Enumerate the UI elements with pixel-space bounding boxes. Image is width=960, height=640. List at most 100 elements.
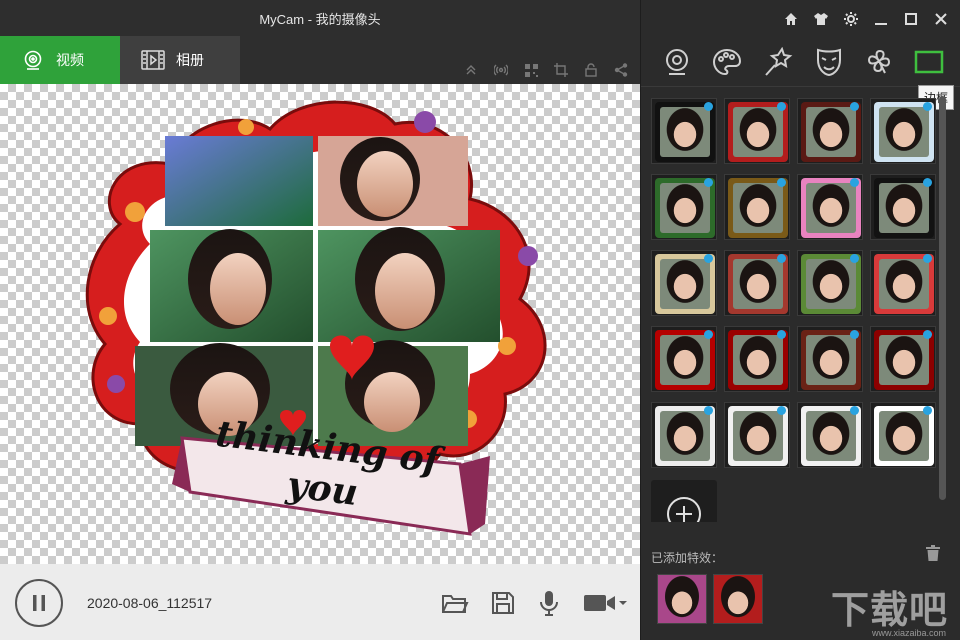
- new-badge: [777, 102, 786, 111]
- frame-sample-photo: [733, 183, 783, 233]
- add-effect-button[interactable]: [651, 480, 717, 522]
- frame-sample-photo: [806, 335, 856, 385]
- new-badge: [850, 178, 859, 187]
- frame-thumbnail-pink-ribbon[interactable]: [797, 174, 863, 240]
- crop-icon[interactable]: [546, 60, 576, 80]
- frame-thumbnail-magazine-red[interactable]: [870, 326, 936, 392]
- video-camera-icon[interactable]: [582, 588, 628, 618]
- new-badge: [777, 330, 786, 339]
- tab-video[interactable]: 视频: [0, 36, 120, 84]
- frame-sample-photo: [660, 183, 710, 233]
- effect-category-tabs: [651, 42, 951, 82]
- frame-sample-photo: [733, 107, 783, 157]
- preview-canvas[interactable]: thinking of you: [0, 84, 640, 564]
- skin-icon[interactable]: [806, 8, 836, 30]
- watermark-logo: 下载吧: [830, 588, 948, 632]
- frame-sample-photo: [806, 411, 856, 461]
- frame-thumbnail-blue-sketch[interactable]: [870, 98, 936, 164]
- frame-thumbnail-green-floral[interactable]: [651, 174, 717, 240]
- new-badge: [923, 406, 932, 415]
- frame-list-scrollbar[interactable]: [939, 96, 946, 500]
- frame-sample-photo: [806, 259, 856, 309]
- frame-sample-photo: [660, 259, 710, 309]
- new-badge: [850, 102, 859, 111]
- collapse-icon[interactable]: [456, 60, 486, 80]
- mask-icon[interactable]: [809, 42, 849, 82]
- watermark-url: www.xiazaiba.com: [871, 628, 946, 638]
- new-badge: [704, 102, 713, 111]
- control-bar: 2020-08-06_112517: [0, 564, 640, 640]
- save-icon[interactable]: [488, 588, 518, 618]
- title-bar: MyCam - 我的摄像头: [0, 0, 640, 36]
- close-icon[interactable]: [926, 8, 956, 30]
- frame-icon[interactable]: [909, 42, 949, 82]
- frame-sample-photo: [660, 411, 710, 461]
- frame-thumbnail-window[interactable]: [870, 402, 936, 468]
- frame-sample-photo: [733, 335, 783, 385]
- home-icon[interactable]: [776, 8, 806, 30]
- frame-sample-photo: [733, 259, 783, 309]
- frame-thumbnail-polaroid[interactable]: [651, 402, 717, 468]
- webcam-icon[interactable]: [657, 42, 697, 82]
- frame-thumbnail-stamp-2[interactable]: [797, 402, 863, 468]
- frame-thumbnail-dark-wood[interactable]: [797, 98, 863, 164]
- frame-thumbnail-magazine-dark[interactable]: [797, 326, 863, 392]
- divider: [641, 86, 960, 87]
- added-effect-heart-red[interactable]: [713, 574, 763, 624]
- share-icon[interactable]: [606, 60, 636, 80]
- new-badge: [777, 406, 786, 415]
- new-badge: [777, 254, 786, 263]
- palette-icon[interactable]: [707, 42, 747, 82]
- effects-panel: 边框 已添加特效： 下载吧 www.xiazaiba.com: [640, 0, 960, 640]
- new-badge: [777, 178, 786, 187]
- minimize-icon[interactable]: [866, 8, 896, 30]
- main-pane: MyCam - 我的摄像头 视频 相册 thinking of you 2020…: [0, 0, 640, 640]
- new-badge: [704, 178, 713, 187]
- pause-icon: [33, 595, 45, 611]
- frame-thumbnail-time-magazine[interactable]: [651, 326, 717, 392]
- frame-thumbnail-heart-gold[interactable]: [651, 250, 717, 316]
- new-badge: [923, 102, 932, 111]
- lock-icon[interactable]: [576, 60, 606, 80]
- frame-sample-photo: [879, 107, 929, 157]
- qrcode-icon[interactable]: [516, 60, 546, 80]
- frame-thumbnail-black-lace[interactable]: [870, 174, 936, 240]
- recording-timestamp: 2020-08-06_112517: [87, 595, 213, 611]
- mode-tabbar: 视频 相册: [0, 36, 640, 84]
- app-title: MyCam - 我的摄像头: [259, 12, 381, 27]
- frame-thumbnail-gold-floral[interactable]: [724, 174, 790, 240]
- tab-video-label: 视频: [56, 52, 84, 68]
- clover-icon[interactable]: [859, 42, 899, 82]
- added-effect-glow[interactable]: [657, 574, 707, 624]
- frame-thumbnail-stamp[interactable]: [724, 402, 790, 468]
- frame-thumbnail-flower-wreath[interactable]: [797, 250, 863, 316]
- trash-icon[interactable]: [926, 545, 944, 563]
- tab-album[interactable]: 相册: [120, 36, 240, 84]
- microphone-icon[interactable]: [534, 588, 564, 618]
- new-badge: [923, 254, 932, 263]
- pause-button[interactable]: [15, 579, 63, 627]
- frame-sample-photo: [660, 107, 710, 157]
- magic-wand-icon[interactable]: [759, 42, 799, 82]
- broadcast-icon[interactable]: [486, 60, 516, 80]
- new-badge: [850, 254, 859, 263]
- preview-toolbar: [456, 60, 636, 80]
- new-badge: [923, 330, 932, 339]
- frame-thumbnail-ribbon-bow[interactable]: [724, 250, 790, 316]
- frame-thumbnail-postcard[interactable]: [870, 250, 936, 316]
- film-icon: [140, 47, 166, 73]
- maximize-icon[interactable]: [896, 8, 926, 30]
- frame-sample-photo: [879, 335, 929, 385]
- frame-thumbnail-camera[interactable]: [651, 98, 717, 164]
- tab-album-label: 相册: [176, 52, 204, 68]
- frame-sample-photo: [879, 411, 929, 461]
- new-badge: [704, 254, 713, 263]
- plus-icon: [667, 497, 701, 522]
- new-badge: [704, 406, 713, 415]
- new-badge: [923, 178, 932, 187]
- frame-thumbnail-time-magazine-2[interactable]: [724, 326, 790, 392]
- frame-sample-photo: [733, 411, 783, 461]
- folder-open-icon[interactable]: [440, 588, 470, 618]
- settings-icon[interactable]: [836, 8, 866, 30]
- frame-thumbnail-heart-red[interactable]: [724, 98, 790, 164]
